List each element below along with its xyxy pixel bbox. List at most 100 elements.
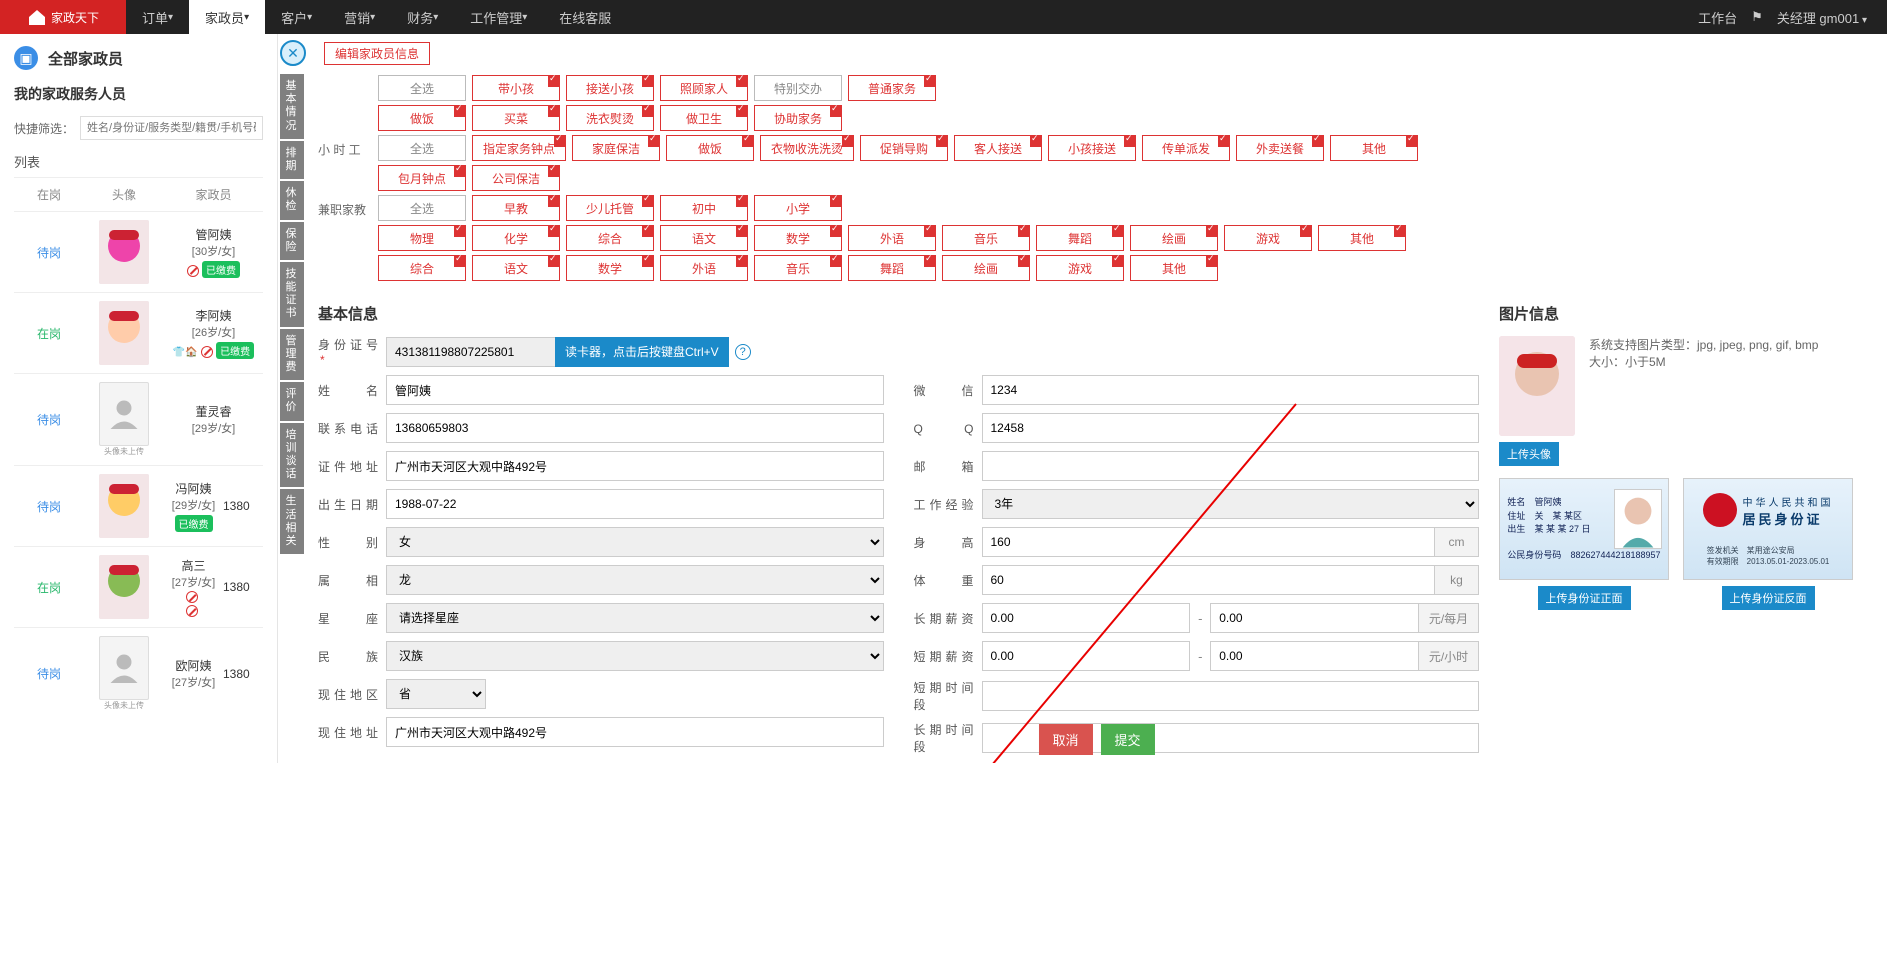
nav-item-4[interactable]: 财务 bbox=[391, 0, 454, 34]
tag-all[interactable]: 全选 bbox=[378, 135, 466, 161]
nav-item-3[interactable]: 营销 bbox=[328, 0, 391, 34]
select-star[interactable]: 请选择星座 bbox=[386, 603, 884, 633]
flag-icon[interactable]: ⚑ bbox=[1751, 9, 1763, 25]
input-shortsal-from[interactable] bbox=[982, 641, 1191, 671]
tag[interactable]: 协助家务 bbox=[754, 105, 842, 131]
tag[interactable]: 其他 bbox=[1330, 135, 1418, 161]
input-shorttime[interactable] bbox=[982, 681, 1480, 711]
input-longsal-to[interactable] bbox=[1210, 603, 1419, 633]
tag[interactable]: 早教 bbox=[472, 195, 560, 221]
list-item[interactable]: 待岗头像未上传欧阿姨[27岁/女]1380 bbox=[14, 627, 263, 719]
nav-item-6[interactable]: 在线客服 bbox=[543, 0, 627, 34]
nav-item-1[interactable]: 家政员 bbox=[189, 0, 265, 34]
select-gender[interactable]: 女 bbox=[386, 527, 884, 557]
input-addr[interactable] bbox=[386, 451, 884, 481]
nav-item-2[interactable]: 客户 bbox=[265, 0, 328, 34]
input-curaddr[interactable] bbox=[386, 717, 884, 747]
tag[interactable]: 绘画 bbox=[942, 255, 1030, 281]
tag[interactable]: 接送小孩 bbox=[566, 75, 654, 101]
tag[interactable]: 指定家务钟点 bbox=[472, 135, 566, 161]
tag[interactable]: 外语 bbox=[848, 225, 936, 251]
side-tab-8[interactable]: 生活相关 bbox=[280, 489, 304, 554]
list-item[interactable]: 待岗冯阿姨[29岁/女]已缴费1380 bbox=[14, 465, 263, 546]
btn-upload-avatar[interactable]: 上传头像 bbox=[1499, 442, 1559, 466]
side-tab-4[interactable]: 技能证书 bbox=[280, 262, 304, 327]
tag[interactable]: 衣物收洗洗烫 bbox=[760, 135, 854, 161]
tag[interactable]: 做卫生 bbox=[660, 105, 748, 131]
tag[interactable]: 音乐 bbox=[942, 225, 1030, 251]
input-wechat[interactable] bbox=[982, 375, 1480, 405]
input-shortsal-to[interactable] bbox=[1210, 641, 1419, 671]
tag[interactable]: 普通家务 bbox=[848, 75, 936, 101]
input-qq[interactable] bbox=[982, 413, 1480, 443]
input-phone[interactable] bbox=[386, 413, 884, 443]
tag[interactable]: 洗衣熨烫 bbox=[566, 105, 654, 131]
list-item[interactable]: 在岗李阿姨[26岁/女]👕🏠 已缴费 bbox=[14, 292, 263, 373]
tag[interactable]: 语文 bbox=[660, 225, 748, 251]
tag[interactable]: 初中 bbox=[660, 195, 748, 221]
input-weight[interactable] bbox=[982, 565, 1436, 595]
input-longsal-from[interactable] bbox=[982, 603, 1191, 633]
tag[interactable]: 公司保洁 bbox=[472, 165, 560, 191]
btn-readcard[interactable]: 读卡器，点击后按键盘Ctrl+V bbox=[555, 337, 729, 367]
tag-all[interactable]: 全选 bbox=[378, 195, 466, 221]
side-tab-0[interactable]: 基本情况 bbox=[280, 74, 304, 139]
side-tab-5[interactable]: 管理费 bbox=[280, 329, 304, 381]
tag[interactable]: 舞蹈 bbox=[1036, 225, 1124, 251]
tag[interactable]: 其他 bbox=[1318, 225, 1406, 251]
tag-all[interactable]: 特别交办 bbox=[754, 75, 842, 101]
tag[interactable]: 游戏 bbox=[1224, 225, 1312, 251]
btn-upload-front[interactable]: 上传身份证正面 bbox=[1538, 586, 1631, 610]
select-zodiac[interactable]: 龙 bbox=[386, 565, 884, 595]
tag[interactable]: 综合 bbox=[566, 225, 654, 251]
select-exp[interactable]: 3年 bbox=[982, 489, 1480, 519]
side-tab-1[interactable]: 排期 bbox=[280, 141, 304, 179]
tag[interactable]: 外语 bbox=[660, 255, 748, 281]
select-area[interactable]: 省 bbox=[386, 679, 486, 709]
input-name[interactable] bbox=[386, 375, 884, 405]
tag[interactable]: 物理 bbox=[378, 225, 466, 251]
side-tab-6[interactable]: 评价 bbox=[280, 382, 304, 420]
tag[interactable]: 化学 bbox=[472, 225, 560, 251]
close-button[interactable]: ✕ bbox=[280, 40, 306, 66]
tag[interactable]: 舞蹈 bbox=[848, 255, 936, 281]
tag[interactable]: 买菜 bbox=[472, 105, 560, 131]
tag[interactable]: 做饭 bbox=[666, 135, 754, 161]
tag[interactable]: 数学 bbox=[566, 255, 654, 281]
select-ethnic[interactable]: 汉族 bbox=[386, 641, 884, 671]
tag[interactable]: 少儿托管 bbox=[566, 195, 654, 221]
nav-user[interactable]: 关经理 gm001 bbox=[1777, 8, 1867, 27]
tag[interactable]: 外卖送餐 bbox=[1236, 135, 1324, 161]
input-birth[interactable] bbox=[386, 489, 884, 519]
nav-workbench[interactable]: 工作台 bbox=[1698, 8, 1737, 27]
tag[interactable]: 小学 bbox=[754, 195, 842, 221]
list-item[interactable]: 待岗管阿姨[30岁/女]已缴费 bbox=[14, 211, 263, 292]
tag[interactable]: 小孩接送 bbox=[1048, 135, 1136, 161]
nav-item-0[interactable]: 订单 bbox=[126, 0, 189, 34]
nav-item-5[interactable]: 工作管理 bbox=[454, 0, 543, 34]
btn-cancel[interactable]: 取消 bbox=[1038, 724, 1092, 755]
tag[interactable]: 综合 bbox=[378, 255, 466, 281]
tag[interactable]: 语文 bbox=[472, 255, 560, 281]
btn-upload-back[interactable]: 上传身份证反面 bbox=[1722, 586, 1815, 610]
tag[interactable]: 促销导购 bbox=[860, 135, 948, 161]
input-height[interactable] bbox=[982, 527, 1436, 557]
tag[interactable]: 客人接送 bbox=[954, 135, 1042, 161]
help-icon[interactable]: ? bbox=[735, 344, 751, 360]
tag[interactable]: 游戏 bbox=[1036, 255, 1124, 281]
tag-all[interactable]: 全选 bbox=[378, 75, 466, 101]
filter-input[interactable] bbox=[80, 116, 263, 140]
tag[interactable]: 数学 bbox=[754, 225, 842, 251]
side-tab-7[interactable]: 培训谈话 bbox=[280, 423, 304, 488]
side-tab-3[interactable]: 保险 bbox=[280, 222, 304, 260]
tag[interactable]: 照顾家人 bbox=[660, 75, 748, 101]
btn-submit[interactable]: 提交 bbox=[1101, 724, 1155, 755]
tag[interactable]: 做饭 bbox=[378, 105, 466, 131]
tag[interactable]: 传单派发 bbox=[1142, 135, 1230, 161]
side-tab-2[interactable]: 休检 bbox=[280, 181, 304, 219]
tag[interactable]: 带小孩 bbox=[472, 75, 560, 101]
input-mail[interactable] bbox=[982, 451, 1480, 481]
tag[interactable]: 其他 bbox=[1130, 255, 1218, 281]
tag[interactable]: 绘画 bbox=[1130, 225, 1218, 251]
tag[interactable]: 音乐 bbox=[754, 255, 842, 281]
